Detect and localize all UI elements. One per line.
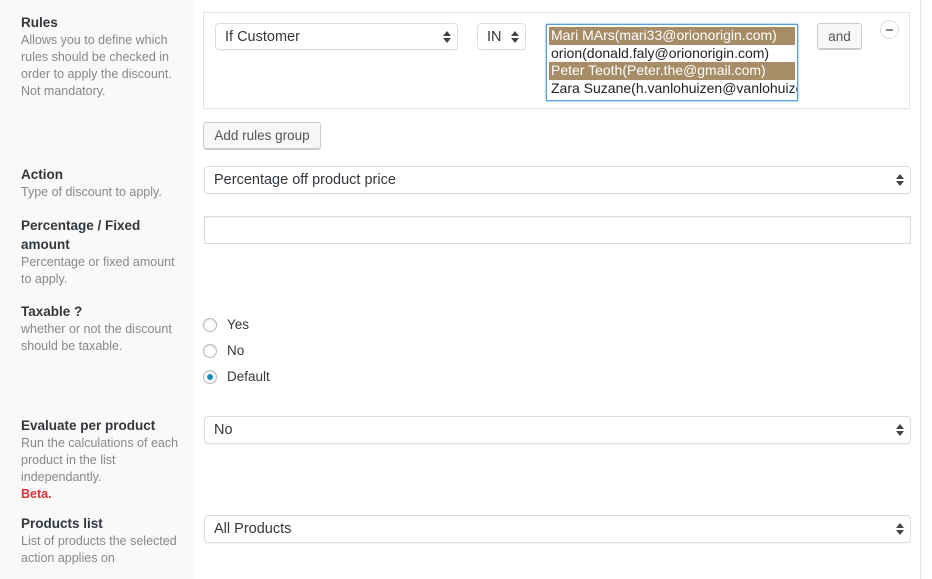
- evaluate-value: No: [214, 422, 233, 438]
- products-value: All Products: [214, 521, 292, 537]
- taxable-description: whether or not the discount should be ta…: [21, 322, 172, 353]
- rule-operator-select[interactable]: IN: [477, 23, 526, 50]
- amount-title: Percentage / Fixed amount: [21, 218, 141, 252]
- select-arrows-icon: [896, 424, 904, 436]
- radio-dot-icon: [207, 373, 213, 380]
- action-description: Type of discount to apply.: [21, 185, 162, 199]
- select-arrows-icon: [896, 174, 904, 186]
- evaluate-title: Evaluate per product: [21, 418, 156, 433]
- select-arrows-icon: [511, 30, 519, 43]
- rules-label: Rules Allows you to define which rules s…: [21, 13, 186, 100]
- radio-button[interactable]: [203, 343, 217, 358]
- amount-input[interactable]: [204, 216, 911, 244]
- action-value: Percentage off product price: [214, 172, 396, 188]
- products-title: Products list: [21, 516, 103, 531]
- rule-operator-value: IN: [487, 28, 502, 45]
- remove-rule-button[interactable]: [880, 20, 899, 39]
- action-select[interactable]: Percentage off product price: [204, 166, 911, 194]
- radio-label: No: [227, 343, 245, 358]
- evaluate-label: Evaluate per product Run the calculation…: [21, 416, 186, 503]
- taxable-option-no[interactable]: No: [203, 343, 244, 358]
- radio-button-checked[interactable]: [203, 369, 217, 384]
- minus-circle-icon: [886, 28, 893, 31]
- select-arrows-icon: [443, 30, 451, 43]
- customer-option[interactable]: Zara Suzane(h.vanlohuizen@vanlohuizen.co…: [549, 80, 797, 98]
- select-arrows-icon: [896, 523, 904, 535]
- customer-option[interactable]: Mari MArs(mari33@orionorigin.com): [549, 27, 795, 45]
- rules-description: Allows you to define which rules should …: [21, 33, 172, 98]
- evaluate-description: Run the calculations of each product in …: [21, 436, 179, 484]
- action-label: Action Type of discount to apply.: [21, 165, 186, 201]
- and-button[interactable]: and: [817, 23, 862, 49]
- radio-label: Yes: [227, 317, 250, 332]
- taxable-label: Taxable ? whether or not the discount sh…: [21, 302, 186, 355]
- amount-label: Percentage / Fixed amount Percentage or …: [21, 216, 181, 288]
- rule-condition-select[interactable]: If Customer: [215, 23, 458, 50]
- taxable-option-yes[interactable]: Yes: [203, 317, 249, 332]
- products-label: Products list List of products the selec…: [21, 514, 186, 567]
- evaluate-select[interactable]: No: [204, 416, 911, 444]
- customer-option[interactable]: Peter Teoth(Peter.the@gmail.com): [549, 62, 795, 80]
- rules-title: Rules: [21, 15, 58, 30]
- add-rules-group-button[interactable]: Add rules group: [203, 122, 321, 149]
- products-description: List of products the selected action app…: [21, 534, 177, 565]
- customer-option[interactable]: orion(donald.faly@orionorigin.com): [549, 45, 795, 63]
- radio-button[interactable]: [203, 317, 217, 332]
- rule-condition-value: If Customer: [225, 28, 300, 45]
- amount-description: Percentage or fixed amount to apply.: [21, 255, 175, 286]
- radio-label: Default: [227, 369, 270, 384]
- beta-badge: Beta.: [21, 487, 52, 501]
- products-select[interactable]: All Products: [204, 515, 911, 543]
- taxable-title: Taxable ?: [21, 304, 83, 319]
- right-border: [920, 0, 921, 579]
- customer-multiselect[interactable]: Mari MArs(mari33@orionorigin.com) orion(…: [546, 24, 798, 101]
- taxable-option-default[interactable]: Default: [203, 369, 270, 384]
- action-title: Action: [21, 167, 63, 182]
